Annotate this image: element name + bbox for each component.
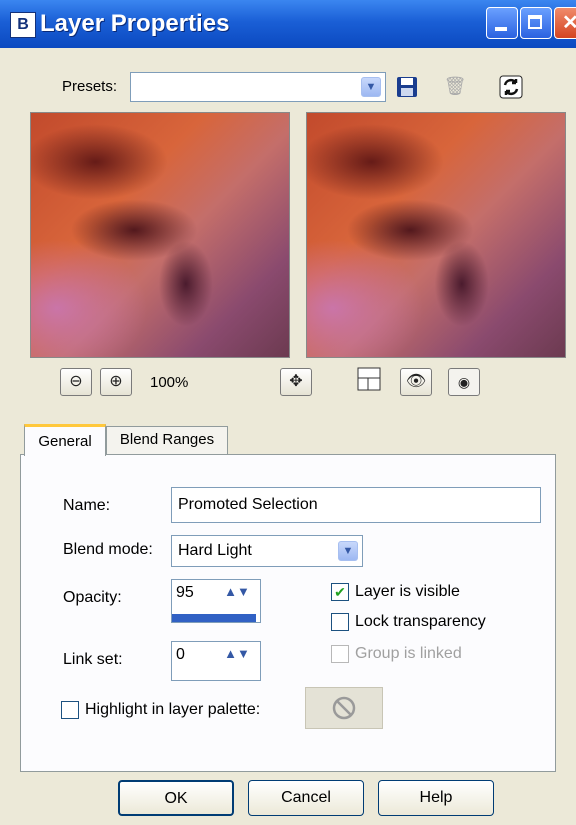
zoom-out-button[interactable]: ⊖ [60,368,92,396]
group-linked-label: Group is linked [355,645,462,662]
ok-button[interactable]: OK [118,780,234,816]
window-title: Layer Properties [40,10,230,37]
no-color-icon [332,696,356,720]
zoom-out-icon: ⊖ [69,373,83,390]
floppy-icon [397,77,417,97]
preview-on-image-button[interactable]: ◉ [448,368,480,396]
proof-toggle-button[interactable] [354,366,384,396]
blend-mode-value: Hard Light [178,542,252,559]
auto-proof-button[interactable]: 👁 [400,368,432,396]
layer-visible-checkbox[interactable]: ✔ [331,583,349,601]
opacity-bar [172,614,256,622]
zoom-in-button[interactable]: ⊕ [100,368,132,396]
minimize-button[interactable] [486,7,518,39]
original-preview-image[interactable] [30,112,290,358]
link-set-spinner[interactable]: ▲▼ [222,646,252,682]
blend-mode-dropdown[interactable]: Hard Light ▼ [171,535,363,567]
proof-eye-icon: 👁 [405,373,427,390]
group-linked-checkbox[interactable] [331,645,349,663]
lock-transparency-checkbox[interactable] [331,613,349,631]
zoom-in-icon: ⊕ [109,373,123,390]
opacity-label: Opacity: [63,589,122,606]
title-bar[interactable]: B Layer Properties [0,0,576,48]
lock-transparency-label: Lock transparency [355,613,486,630]
close-button[interactable] [554,7,576,39]
general-panel: Name: Promoted Selection Blend mode: Har… [20,454,556,772]
name-label: Name: [63,497,111,514]
chevron-down-icon[interactable]: ▼ [338,541,358,561]
app-icon: B [10,12,36,38]
help-button[interactable]: Help [378,780,494,816]
trash-icon: 🗑 [443,76,467,96]
link-set-value: 0 [176,646,185,663]
highlight-label: Highlight in layer palette: [85,701,261,718]
presets-dropdown[interactable]: ▼ [130,72,386,102]
maximize-button[interactable] [520,7,552,39]
name-input[interactable]: Promoted Selection [171,487,541,523]
eye-icon: ◉ [457,374,471,390]
highlight-checkbox[interactable] [61,701,79,719]
move-icon: ✥ [289,373,303,390]
highlight-color-swatch[interactable] [305,687,383,729]
link-set-label: Link set: [63,651,123,668]
chevron-down-icon[interactable]: ▼ [361,77,381,97]
tab-blend-ranges[interactable]: Blend Ranges [106,426,228,454]
name-value: Promoted Selection [178,496,318,513]
link-set-input[interactable]: 0 ▲▼ [171,641,261,681]
presets-label: Presets: [62,78,118,95]
tab-general[interactable]: General [24,424,106,456]
result-preview-image[interactable] [306,112,566,358]
pan-button[interactable]: ✥ [280,368,312,396]
preview-window-icon [357,367,381,391]
blend-mode-label: Blend mode: [63,541,153,558]
opacity-input[interactable]: 95 ▲▼ [171,579,261,623]
opacity-value: 95 [176,584,194,601]
layer-visible-label: Layer is visible [355,583,460,600]
zoom-level: 100% [150,374,189,391]
save-preset-button[interactable] [392,72,422,102]
reset-button[interactable] [496,72,526,102]
cancel-button[interactable]: Cancel [248,780,364,816]
reset-arrows-icon [499,75,523,99]
delete-preset-button[interactable]: 🗑 [440,72,470,102]
